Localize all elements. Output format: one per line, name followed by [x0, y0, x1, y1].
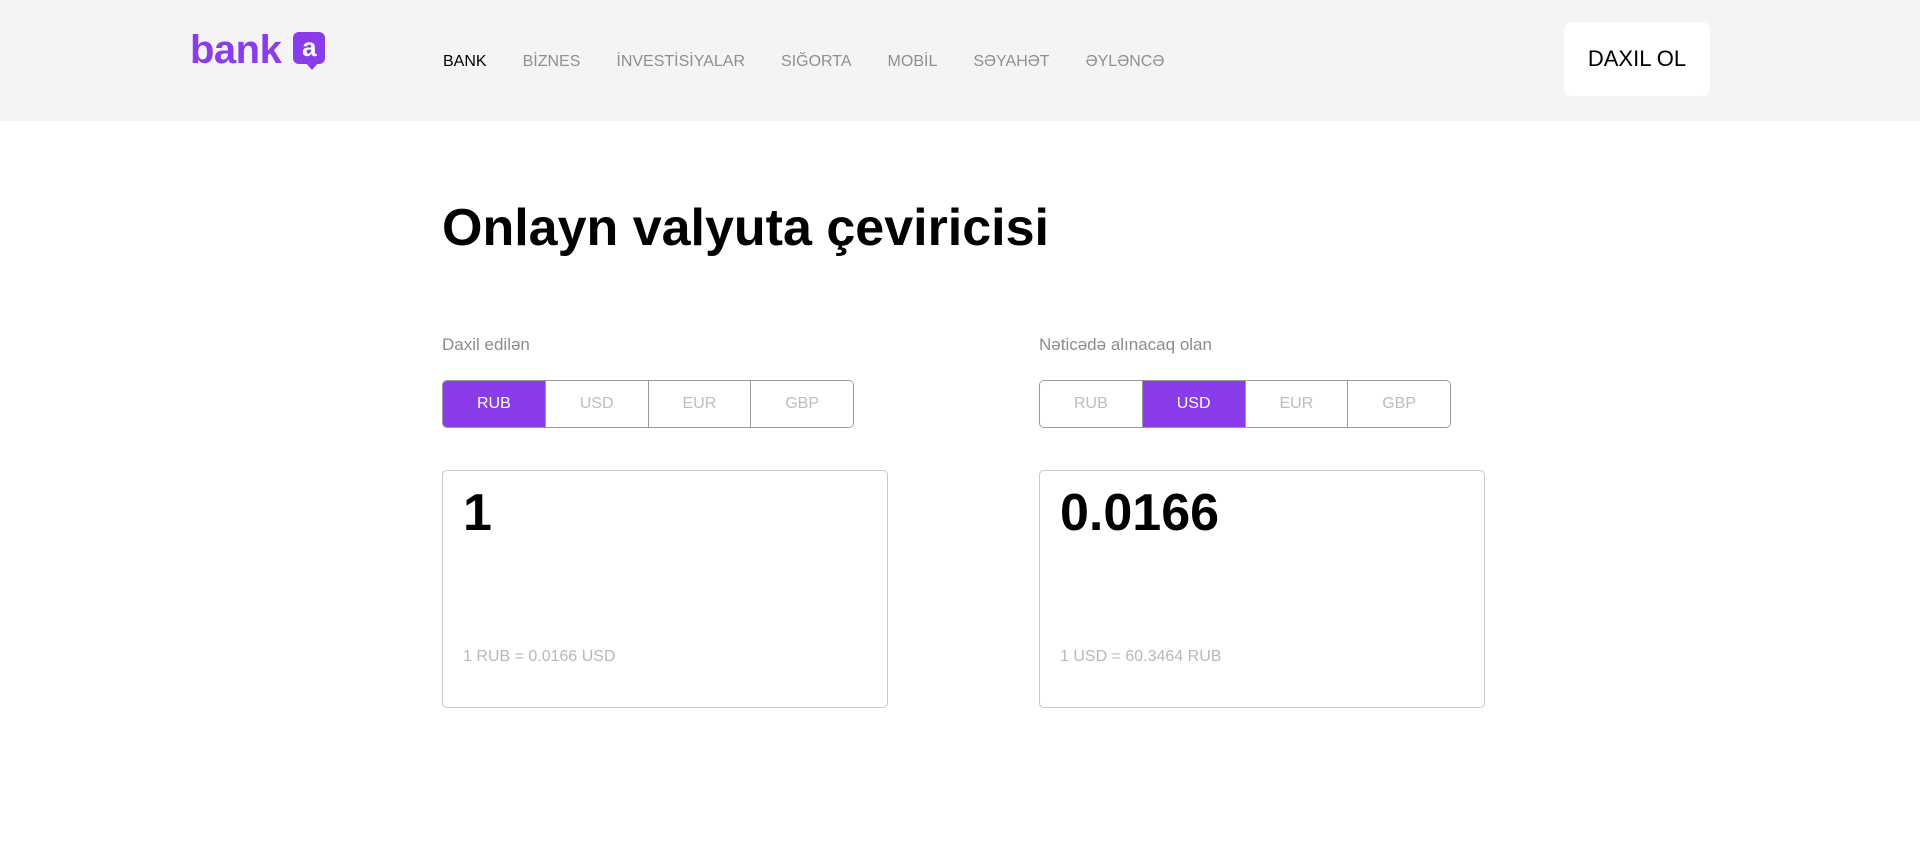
nav-item-seyahet[interactable]: SƏYAHƏT — [973, 52, 1049, 72]
login-button[interactable]: DAXIL OL — [1564, 22, 1710, 96]
from-rate-text: 1 RUB = 0.0166 USD — [463, 648, 616, 665]
nav-item-bank[interactable]: BANK — [443, 52, 487, 72]
to-amount-output[interactable]: 0.0166 — [1060, 481, 1219, 545]
to-currency-gbp[interactable]: GBP — [1348, 381, 1450, 427]
nav-item-biznes[interactable]: BİZNES — [523, 52, 581, 72]
to-currency-usd[interactable]: USD — [1142, 381, 1246, 427]
to-amount-box[interactable]: 0.0166 1 USD = 60.3464 RUB — [1039, 470, 1485, 708]
nav-item-eylence[interactable]: ƏYLƏNCƏ — [1086, 52, 1165, 72]
nav-item-mobil[interactable]: MOBİL — [888, 52, 938, 72]
to-panel: Nəticədə alınacaq olan RUB USD EUR GBP 0… — [1039, 334, 1485, 708]
to-currency-rub[interactable]: RUB — [1040, 381, 1143, 427]
to-currency-eur[interactable]: EUR — [1245, 381, 1349, 427]
nav-item-sigorta[interactable]: SIĞORTA — [781, 52, 852, 72]
from-label: Daxil edilən — [442, 335, 530, 354]
logo-badge-icon: a — [293, 32, 326, 70]
to-rate-text: 1 USD = 60.3464 RUB — [1060, 648, 1222, 665]
from-currency-eur[interactable]: EUR — [648, 381, 752, 427]
from-amount-box[interactable]: 1 1 RUB = 0.0166 USD — [442, 470, 888, 708]
from-amount-input[interactable]: 1 — [463, 481, 492, 545]
page-title: Onlayn valyuta çeviricisi — [442, 199, 1049, 257]
from-currency-usd[interactable]: USD — [545, 381, 649, 427]
to-currency-selector: RUB USD EUR GBP — [1039, 380, 1451, 428]
from-currency-rub[interactable]: RUB — [443, 381, 546, 427]
bank-logo[interactable]: bank a — [190, 28, 326, 72]
site-header: bank a BANK BİZNES İNVESTİSİYALAR SIĞORT… — [0, 0, 1920, 121]
to-label: Nəticədə alınacaq olan — [1039, 335, 1212, 354]
from-panel: Daxil edilən RUB USD EUR GBP 1 1 RUB = 0… — [442, 334, 888, 708]
nav-item-investisiyalar[interactable]: İNVESTİSİYALAR — [616, 52, 745, 72]
main-nav: BANK BİZNES İNVESTİSİYALAR SIĞORTA MOBİL… — [443, 52, 1200, 72]
from-currency-gbp[interactable]: GBP — [751, 381, 853, 427]
from-currency-selector: RUB USD EUR GBP — [442, 380, 854, 428]
logo-wordmark: bank — [190, 28, 282, 72]
